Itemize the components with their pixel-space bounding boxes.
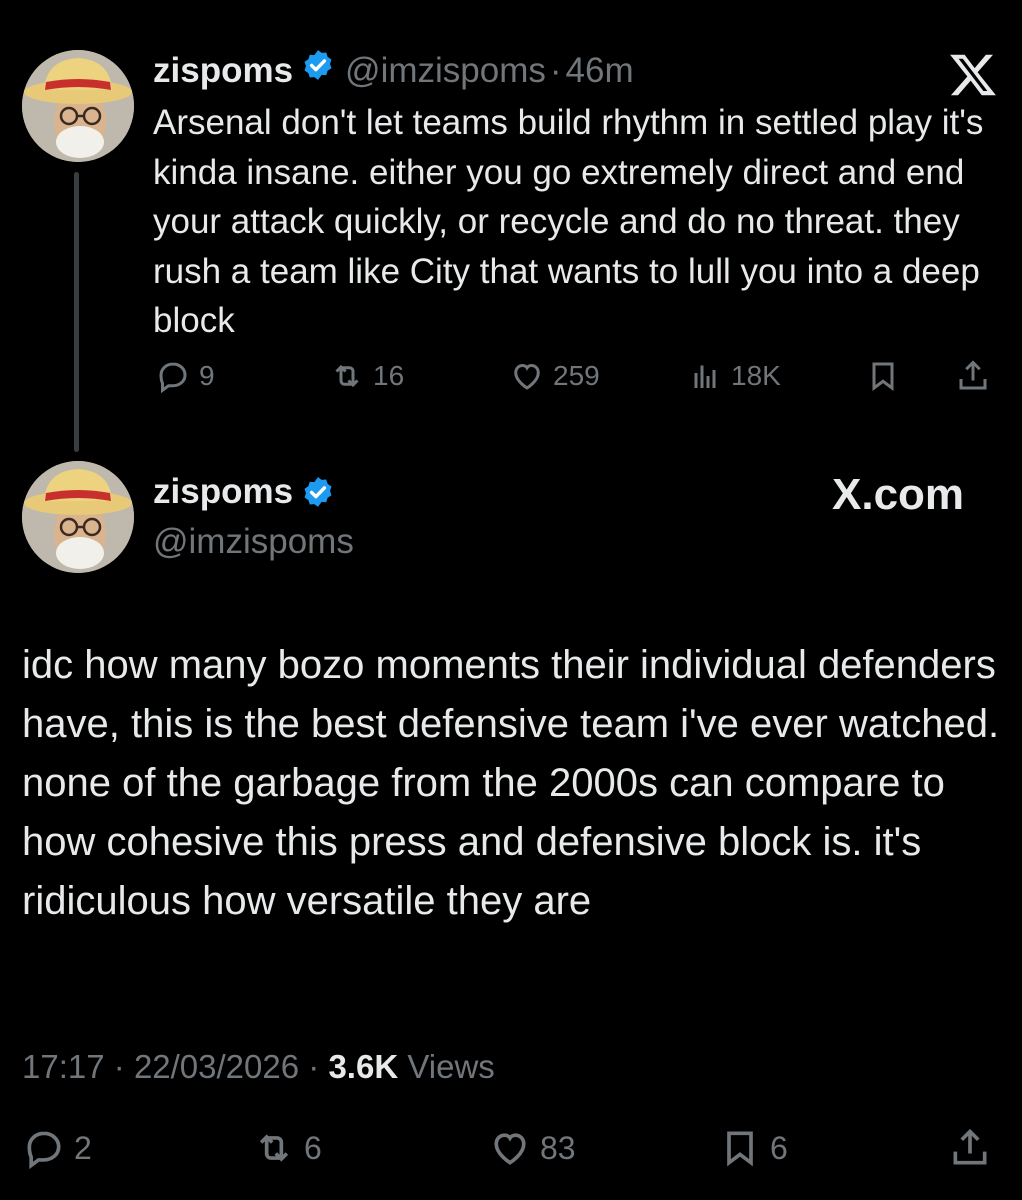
like-count: 83: [540, 1129, 576, 1166]
tweet1-body: Arsenal don't let teams build rhythm in …: [153, 103, 984, 340]
thread-connector-line: [74, 172, 79, 452]
verified-badge-icon: [304, 50, 332, 80]
avatar[interactable]: [22, 461, 134, 573]
share-icon: [959, 360, 987, 390]
avatar[interactable]: [22, 50, 134, 162]
share-button[interactable]: [948, 1126, 992, 1170]
retweet-button[interactable]: 6: [252, 1126, 322, 1170]
author-handle[interactable]: @imzispoms: [345, 51, 546, 91]
post-time[interactable]: 17:17: [22, 1048, 105, 1085]
retweet-count: 16: [373, 360, 405, 391]
author-name[interactable]: zispoms: [153, 51, 293, 91]
tweet1-header: zispoms @imzispoms · 46m: [153, 48, 634, 91]
tweet2-action-bar: 2 6 83 6: [22, 1126, 1002, 1182]
reply-count: 9: [199, 360, 215, 391]
post-metadata: 17:17 · 22/03/2026 · 3.6K Views: [22, 1048, 495, 1085]
like-count: 259: [553, 360, 600, 391]
post-date[interactable]: 22/03/2026: [134, 1048, 299, 1085]
share-button[interactable]: [955, 358, 991, 394]
separator-dot: ·: [549, 51, 562, 90]
like-icon: [494, 1133, 526, 1165]
like-button[interactable]: 83: [488, 1126, 576, 1170]
like-icon: [514, 363, 540, 390]
views-label: Views: [407, 1048, 495, 1085]
bookmark-icon: [872, 362, 894, 391]
tweet2-author: zispoms: [153, 472, 335, 512]
author-name[interactable]: zispoms: [153, 472, 293, 512]
reply-button[interactable]: 9: [155, 358, 215, 394]
bookmark-button[interactable]: [865, 358, 901, 394]
tweet2-body: idc how many bozo moments their individu…: [22, 643, 1000, 923]
views-icon: [694, 365, 716, 388]
retweet-icon: [259, 1134, 289, 1162]
x-logo: [950, 54, 996, 96]
bookmark-count: 6: [770, 1129, 788, 1166]
like-button[interactable]: 259: [509, 358, 600, 394]
views-count: 18K: [731, 360, 781, 391]
share-icon: [953, 1128, 987, 1165]
post-time[interactable]: 46m: [566, 51, 634, 91]
bookmark-button[interactable]: 6: [718, 1126, 788, 1170]
reply-count: 2: [74, 1129, 92, 1166]
reply-button[interactable]: 2: [22, 1126, 92, 1170]
retweet-button[interactable]: 16: [329, 358, 404, 394]
retweet-count: 6: [304, 1129, 322, 1166]
reply-icon: [159, 362, 187, 394]
views-button[interactable]: 18K: [687, 358, 781, 394]
tweet1-action-bar: 9 16 259 18K: [155, 358, 1005, 402]
retweet-icon: [335, 364, 359, 388]
views-count: 3.6K: [328, 1048, 399, 1085]
author-handle[interactable]: @imzispoms: [153, 522, 354, 562]
bookmark-icon: [727, 1131, 753, 1167]
site-watermark: X.com: [832, 470, 965, 519]
reply-icon: [27, 1131, 61, 1170]
verified-badge-icon: [304, 477, 332, 507]
